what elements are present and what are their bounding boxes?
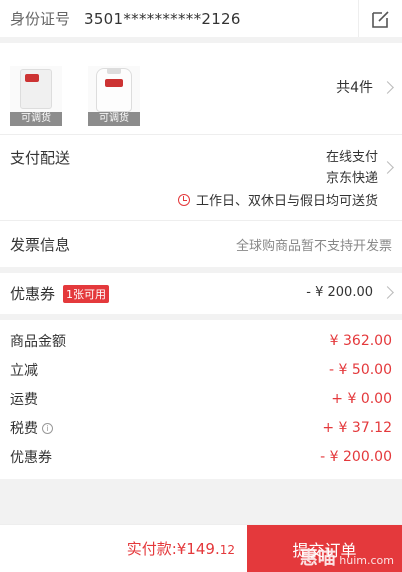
summary-row: 运费 + ¥ 0.00 (10, 384, 392, 413)
product-tag: 可调货 (88, 112, 140, 126)
watermark: 惠喵 huim.com (300, 544, 394, 570)
summary-row: 立减 - ¥ 50.00 (10, 355, 392, 384)
delivery-notice: 工作日、双休日与假日均可送货 (177, 190, 378, 209)
invoice-note: 全球购商品暂不支持开发票 (235, 238, 392, 254)
pay-cents: 12 (219, 543, 235, 557)
chevron-right-icon (381, 161, 394, 174)
summary-value: - ¥ 200.00 (320, 448, 392, 465)
summary-label: 商品金额 (10, 333, 66, 350)
summary-value: ¥ 362.00 (329, 332, 392, 349)
price-summary: 商品金额 ¥ 362.00 立减 - ¥ 50.00 运费 + ¥ 0.00 税… (0, 320, 402, 479)
summary-label: 优惠券 (10, 449, 52, 466)
watermark-brand: 惠喵 (299, 548, 336, 569)
summary-label: 立减 (10, 362, 38, 379)
payment-method: 在线支付 (325, 150, 378, 165)
delivery-label: 支付配送 (10, 149, 71, 167)
product-list[interactable]: 可调货 可调货 共4件 (0, 43, 402, 135)
summary-row: 商品金额 ¥ 362.00 (10, 326, 392, 355)
coupon-label: 优惠券 (10, 285, 56, 303)
product-count[interactable]: 共4件 (336, 77, 394, 97)
summary-label: 税费 (10, 420, 38, 437)
total-payable: 实付款:¥149.12 (0, 538, 247, 559)
invoice-label: 发票信息 (10, 235, 71, 254)
edit-icon (371, 10, 389, 28)
product-thumbnail[interactable]: 可调货 (88, 66, 140, 126)
product-image (96, 68, 132, 112)
chevron-right-icon (381, 286, 394, 299)
product-tag: 可调货 (10, 112, 62, 126)
edit-button[interactable] (358, 0, 402, 37)
chevron-right-icon (381, 80, 394, 94)
summary-value: - ¥ 50.00 (329, 361, 392, 378)
watermark-domain: huim.com (339, 554, 394, 567)
summary-label: 运费 (10, 391, 38, 408)
coupon-badge: 1张可用 (63, 284, 110, 303)
product-image (20, 69, 52, 109)
carrier: 京东快递 (325, 171, 378, 186)
product-thumbnail[interactable]: 可调货 (10, 66, 62, 126)
summary-value: + ¥ 0.00 (331, 390, 392, 407)
identity-label: 身份证号 (10, 10, 71, 28)
clock-icon (177, 193, 190, 206)
summary-row: 税费 i + ¥ 37.12 (10, 413, 392, 442)
identity-row: 身份证号 3501**********2126 (0, 0, 402, 37)
checkout-bar: 实付款:¥149.12 提交订单 惠喵 huim.com (0, 524, 402, 572)
product-count-label: 共4件 (336, 80, 373, 96)
pay-label: 实付款: (126, 540, 177, 558)
info-icon[interactable]: i (42, 423, 53, 434)
pay-amount: ¥149. (176, 540, 220, 558)
summary-value: + ¥ 37.12 (322, 419, 392, 436)
invoice-row: 发票信息 全球购商品暂不支持开发票 (0, 221, 402, 267)
identity-value: 3501**********2126 (84, 9, 241, 28)
delivery-notice-text: 工作日、双休日与假日均可送货 (195, 194, 378, 209)
delivery-row[interactable]: 支付配送 在线支付 京东快递 工作日、双休日与假日均可送货 (0, 135, 402, 221)
summary-row: 优惠券 - ¥ 200.00 (10, 442, 392, 471)
coupon-row[interactable]: 优惠券 1张可用 - ¥ 200.00 (0, 273, 402, 314)
coupon-value: - ¥ 200.00 (306, 285, 373, 300)
